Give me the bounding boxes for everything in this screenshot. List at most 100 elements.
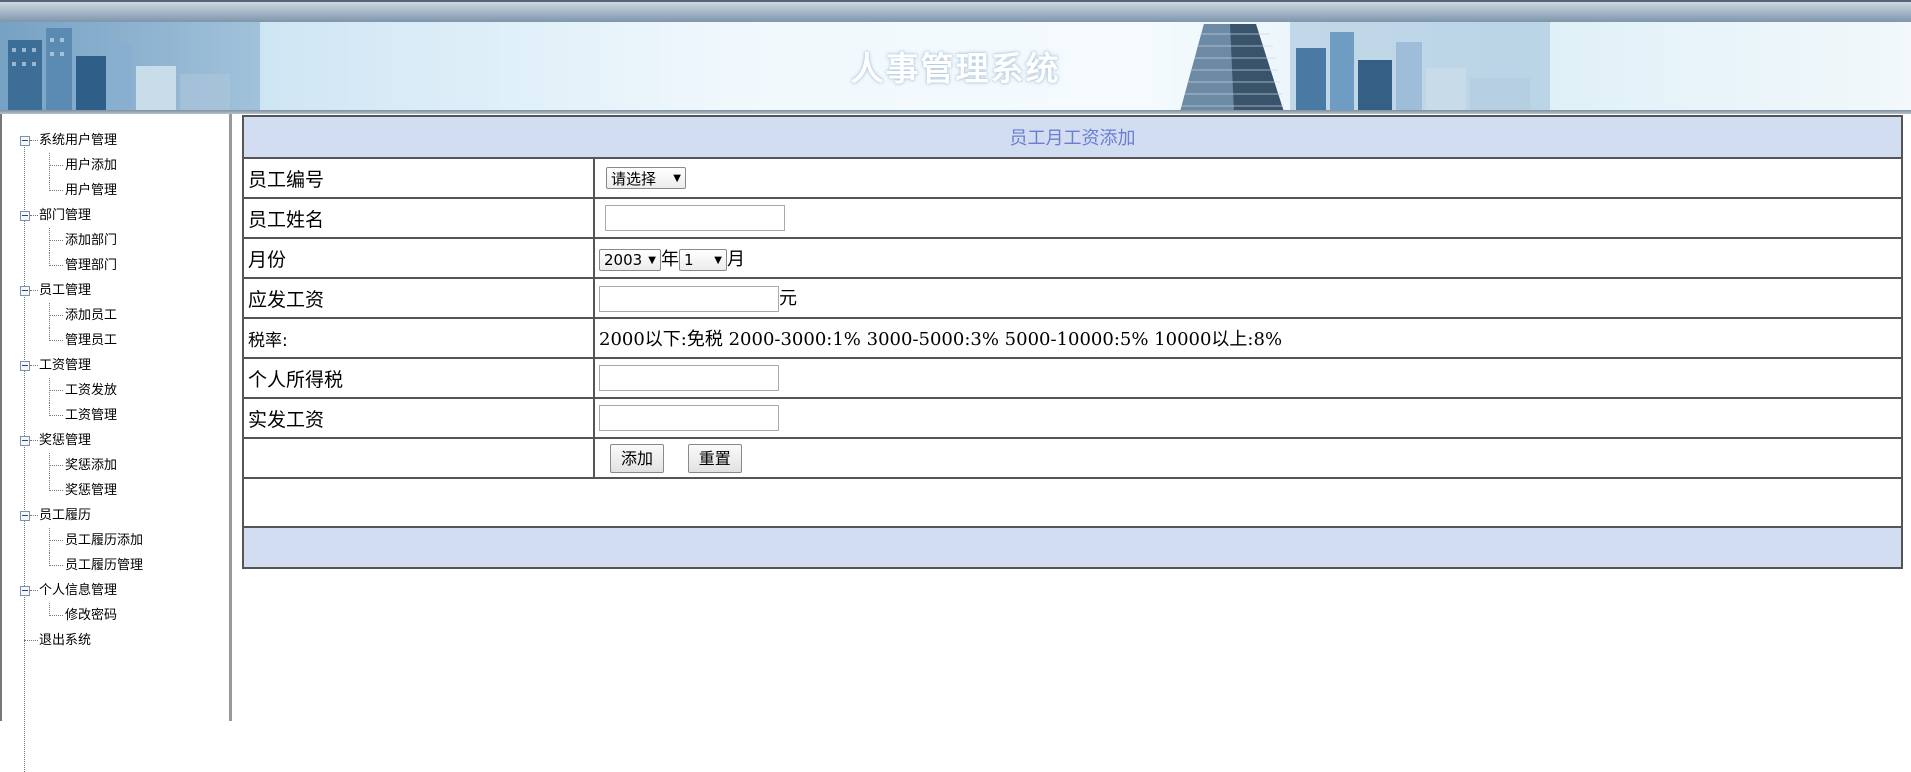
- app-title: 人事管理系统: [850, 49, 1061, 88]
- window-top-bar: [0, 0, 1911, 22]
- nav-item-label[interactable]: 用户添加: [65, 158, 117, 173]
- nav-item-label[interactable]: 添加部门: [65, 233, 117, 248]
- nav-item-logout[interactable]: 退出系统: [2, 628, 143, 653]
- nav-item-reward-manage[interactable]: 奖惩管理: [2, 478, 143, 503]
- nav-item-dept-manage[interactable]: 管理部门: [2, 253, 143, 278]
- salary-add-form: 员工月工资添加 员工编号 请选择 ▼ 员工姓名 月份 2003 ▼ 年 1 ▼ …: [242, 115, 1903, 569]
- net-pay-row: 实发工资: [242, 397, 1903, 439]
- tax-rate-text: 2000以下:免税 2000-3000:1% 3000-5000:3% 5000…: [593, 317, 1903, 359]
- gross-pay-row: 应发工资 元: [242, 277, 1903, 319]
- nav-item-employee-add[interactable]: 添加员工: [2, 303, 143, 328]
- dropdown-arrow-icon: ▼: [673, 172, 681, 184]
- employee-id-cell: 请选择 ▼: [593, 157, 1903, 199]
- gross-pay-input[interactable]: [599, 286, 779, 312]
- form-title: 员工月工资添加: [242, 115, 1903, 159]
- employee-id-label: 员工编号: [242, 157, 595, 199]
- nav-category-rewards[interactable]: 奖惩管理: [2, 428, 143, 453]
- income-tax-cell: [593, 357, 1903, 399]
- net-pay-cell: [593, 397, 1903, 439]
- nav-item-label[interactable]: 用户管理: [65, 183, 117, 198]
- form-footer-row: [242, 526, 1903, 569]
- employee-name-input[interactable]: [605, 205, 785, 231]
- header-divider: [0, 110, 1911, 114]
- nav-item-resume-add[interactable]: 员工履历添加: [2, 528, 143, 553]
- actions-row: 添加 重置: [242, 437, 1903, 479]
- month-label: 月份: [242, 237, 595, 279]
- nav-item-label[interactable]: 员工履历管理: [65, 558, 143, 573]
- minus-box-icon[interactable]: [20, 586, 30, 596]
- nav-tree: 系统用户管理 用户添加 用户管理 部门管理 添加部门 管理部门 员工管理 添加员…: [2, 128, 143, 653]
- nav-item-label[interactable]: 修改密码: [65, 608, 117, 623]
- nav-item-label[interactable]: 奖惩添加: [65, 458, 117, 473]
- income-tax-label: 个人所得税: [242, 357, 595, 399]
- month-row: 月份 2003 ▼ 年 1 ▼ 月: [242, 237, 1903, 279]
- year-selected: 2003: [604, 251, 643, 269]
- nav-item-label[interactable]: 管理部门: [65, 258, 117, 273]
- nav-item-user-manage[interactable]: 用户管理: [2, 178, 143, 203]
- dropdown-arrow-icon: ▼: [714, 254, 722, 266]
- nav-item-label[interactable]: 工资管理: [65, 408, 117, 423]
- form-footer-cell: [242, 526, 1903, 569]
- nav-item-employee-manage[interactable]: 管理员工: [2, 328, 143, 353]
- tax-rate-row: 税率: 2000以下:免税 2000-3000:1% 3000-5000:3% …: [242, 317, 1903, 359]
- minus-box-icon[interactable]: [20, 211, 30, 221]
- sidebar-nav: 系统用户管理 用户添加 用户管理 部门管理 添加部门 管理部门 员工管理 添加员…: [0, 114, 232, 772]
- income-tax-row: 个人所得税: [242, 357, 1903, 399]
- add-button[interactable]: 添加: [610, 443, 665, 473]
- spacer-cell: [242, 477, 1903, 528]
- dropdown-arrow-icon: ▼: [648, 254, 656, 266]
- nav-category-label: 个人信息管理: [39, 583, 118, 598]
- net-pay-label: 实发工资: [242, 397, 595, 439]
- nav-item-user-add[interactable]: 用户添加: [2, 153, 143, 178]
- nav-category-label: 工资管理: [39, 358, 92, 373]
- nav-item-label[interactable]: 退出系统: [39, 633, 91, 648]
- nav-category-label: 员工履历: [39, 508, 92, 523]
- nav-item-label[interactable]: 添加员工: [65, 308, 117, 323]
- nav-item-label[interactable]: 管理员工: [65, 333, 117, 348]
- gross-pay-cell: 元: [593, 277, 1903, 319]
- nav-category-employee[interactable]: 员工管理: [2, 278, 143, 303]
- nav-category-label: 系统用户管理: [39, 133, 118, 148]
- spacer-row: [242, 477, 1903, 528]
- reset-button[interactable]: 重置: [687, 443, 742, 473]
- month-cell: 2003 ▼ 年 1 ▼ 月: [593, 237, 1903, 279]
- minus-box-icon[interactable]: [20, 136, 30, 146]
- year-suffix: 年: [661, 249, 679, 270]
- nav-item-salary-manage[interactable]: 工资管理: [2, 403, 143, 428]
- employee-id-select[interactable]: 请选择 ▼: [606, 167, 686, 189]
- minus-box-icon[interactable]: [20, 511, 30, 521]
- nav-category-label: 奖惩管理: [39, 433, 92, 448]
- nav-item-resume-manage[interactable]: 员工履历管理: [2, 553, 143, 578]
- year-select[interactable]: 2003 ▼: [599, 249, 661, 271]
- nav-category-label: 员工管理: [39, 283, 92, 298]
- nav-item-change-password[interactable]: 修改密码: [2, 603, 143, 628]
- nav-category-salary[interactable]: 工资管理: [2, 353, 143, 378]
- employee-id-row: 员工编号 请选择 ▼: [242, 157, 1903, 199]
- minus-box-icon[interactable]: [20, 361, 30, 371]
- month-suffix: 月: [727, 249, 745, 270]
- actions-label-cell: [242, 437, 595, 479]
- nav-item-salary-issue[interactable]: 工资发放: [2, 378, 143, 403]
- actions-cell: 添加 重置: [593, 437, 1903, 479]
- nav-category-department[interactable]: 部门管理: [2, 203, 143, 228]
- nav-category-system-users[interactable]: 系统用户管理: [2, 128, 143, 153]
- nav-category-personal-info[interactable]: 个人信息管理: [2, 578, 143, 603]
- nav-category-resume[interactable]: 员工履历: [2, 503, 143, 528]
- nav-item-label[interactable]: 员工履历添加: [65, 533, 143, 548]
- month-selected: 1: [684, 251, 694, 269]
- form-header-row: 员工月工资添加: [242, 115, 1903, 159]
- nav-item-label[interactable]: 奖惩管理: [65, 483, 117, 498]
- month-select[interactable]: 1 ▼: [679, 249, 727, 271]
- gross-pay-label: 应发工资: [242, 277, 595, 319]
- income-tax-input[interactable]: [599, 365, 779, 391]
- tax-rate-label: 税率:: [242, 317, 595, 359]
- minus-box-icon[interactable]: [20, 436, 30, 446]
- gross-pay-unit: 元: [779, 288, 797, 309]
- net-pay-input[interactable]: [599, 405, 779, 431]
- nav-item-label[interactable]: 工资发放: [65, 383, 117, 398]
- nav-item-reward-add[interactable]: 奖惩添加: [2, 453, 143, 478]
- nav-item-dept-add[interactable]: 添加部门: [2, 228, 143, 253]
- header-banner: 人事管理系统: [0, 22, 1911, 112]
- nav-category-label: 部门管理: [39, 208, 92, 223]
- minus-box-icon[interactable]: [20, 286, 30, 296]
